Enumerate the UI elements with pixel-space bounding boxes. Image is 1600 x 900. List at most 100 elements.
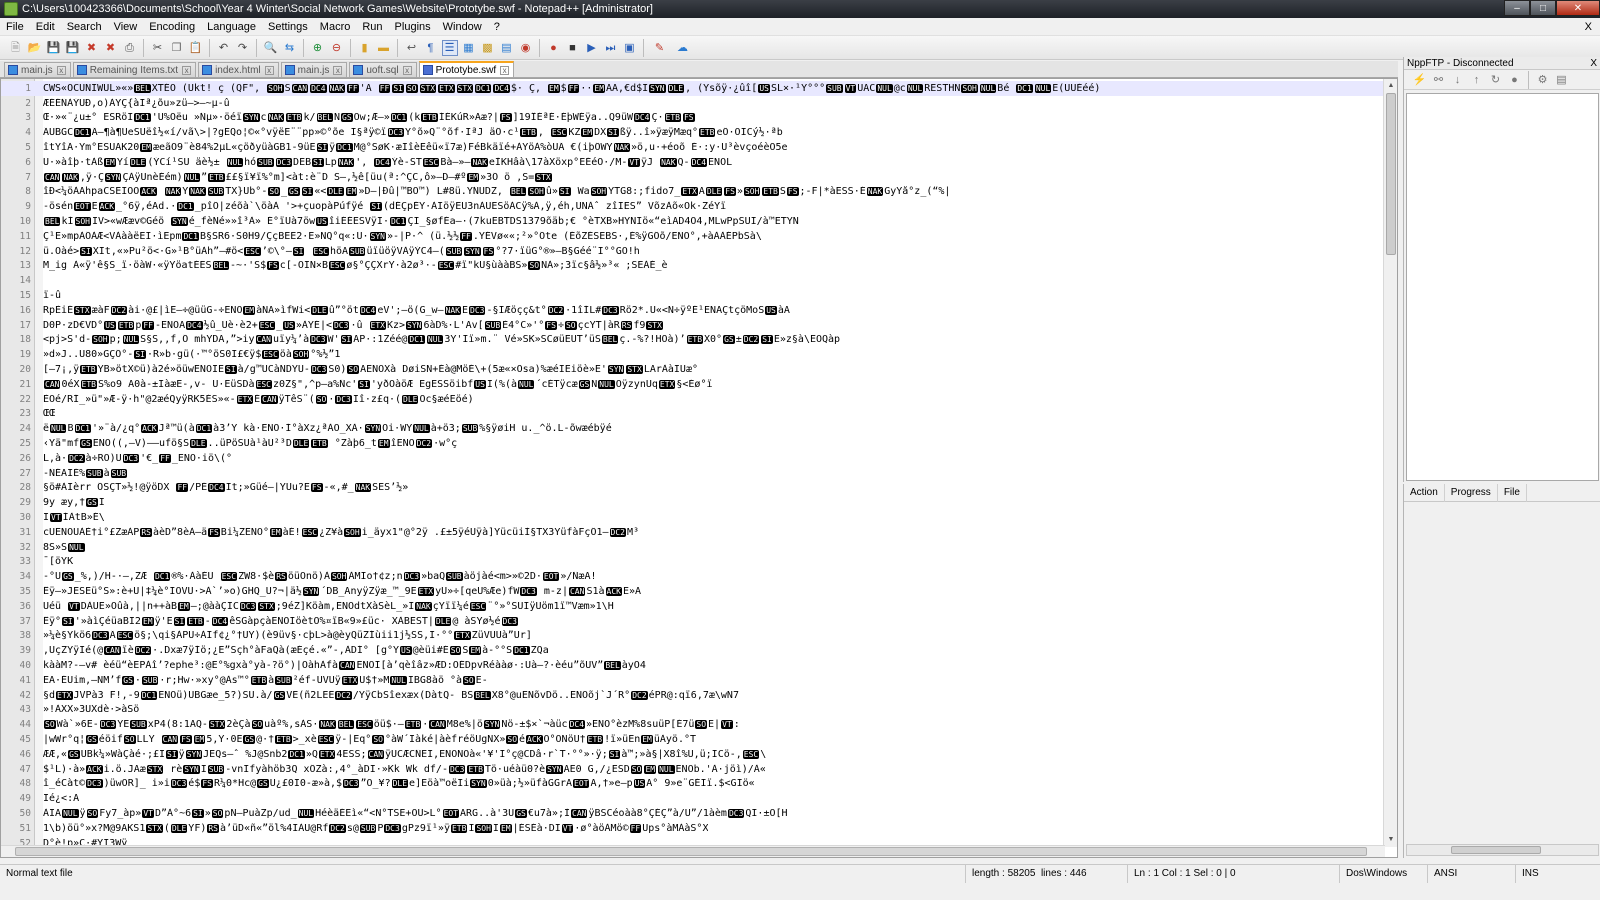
tab-main-js[interactable]: main.js x: [4, 62, 71, 77]
horizontal-scrollbar[interactable]: [1, 845, 1385, 857]
queue-column-progress[interactable]: Progress: [1445, 483, 1498, 502]
editor-line[interactable]: 37 Êÿ° SI '»àì­ÇéüaBI2 EM ÿ'E SI ETB - DC4 êSGàpçà…: [1, 614, 1385, 629]
queue-column-action[interactable]: Action: [1404, 483, 1445, 502]
editor-line[interactable]: 27 -ÑÉAIÉ% SUB à SUB: [1, 466, 1385, 481]
editor-line[interactable]: 2 ÆÉÉÑÀÝÜÐ,o)ÀYÇ{àIª¿õu»zü–>—~µ-û: [1, 96, 1385, 111]
line-text[interactable]: Ié¿<:A: [43, 793, 79, 804]
redo-icon[interactable]: ↷: [235, 40, 251, 56]
record-macro-icon[interactable]: ●: [546, 40, 562, 56]
tab-close-icon[interactable]: x: [333, 65, 343, 75]
line-text[interactable]: M_ig À«ÿ'ê§S_ï·öàW·«ÿYöatÉES BEL -~·'S$ FS c…: [43, 260, 668, 271]
cut-icon[interactable]: ✂: [150, 40, 166, 56]
line-text[interactable]: BEL kÍ SOH IV>«wÆæv©Géö SYN é_fèNé»»î³À» É°ï…: [43, 216, 799, 227]
tab-close-icon[interactable]: x: [402, 65, 412, 75]
line-text[interactable]: $¹L)·à» ACK i.ö.JAæ STX rè SYN I SUB -vnIfyàhöb…: [43, 764, 766, 775]
status-eol-format[interactable]: Dos\Windows: [1340, 864, 1428, 883]
editor-line[interactable]: 36 Uéü VT DÀUE»Öûà,||n++àB EM —;@ààÇIC DC3 STX…: [1, 599, 1385, 614]
line-text[interactable]: 8S»S NUL: [43, 542, 86, 553]
line-text[interactable]: CAN 0éX ETB S%o9 A0à-±IàæE-,v- U·EüSDà ESC z0…: [43, 379, 712, 390]
indent-guide-icon[interactable]: ☰: [441, 39, 458, 56]
line-text[interactable]: ë NUL B DC1 '»¨à/¿q° ACK Jª™ü(à DC1 à3’Y kà·ENO·…: [43, 423, 612, 434]
editor-line[interactable]: 48 î_éCàt© DC3)üwOR]_ i»i DC3 é$ FS R¼0*Hc@ GS Ù…: [1, 776, 1385, 791]
tab-close-icon[interactable]: x: [56, 65, 66, 75]
line-text[interactable]: RpÈiÉ STX æàF DC2 ài·@£|ìE—÷@üüG-÷ENO EM àNA»ì…: [43, 305, 790, 316]
panel-close-icon[interactable]: X: [1590, 58, 1597, 69]
tab-prototybe-swf[interactable]: Prototybe.swf x: [418, 61, 515, 77]
editor-line[interactable]: 9 -ösén EOT E ACK _°6ÿ,éAd.· DC1 _pîÕ|zéõà`\öàÀ…: [1, 199, 1385, 214]
editor-line[interactable]: 11 Ç¹E»mpÀÕÀÆ<VÀààëËI·ìEpm DC1 B§SR6·S0H9/Ç…: [1, 229, 1385, 244]
editor-line[interactable]: 32 8S»S NUL: [1, 540, 1385, 555]
tab-close-icon[interactable]: x: [500, 65, 510, 75]
line-text[interactable]: Êÿ° SI '»àì­ÇéüaBI2 EM ÿ'E SI ETB - DC4 êSGàpçàEN…: [43, 616, 519, 627]
line-text[interactable]: ÆÆ,« GS UBk¼»WàÇàé·;£I SI ÿ SYN JEQs—ˆ %J@Snb2…: [43, 749, 766, 760]
folder-workspace-icon[interactable]: ◉: [518, 40, 534, 56]
menu-settings[interactable]: Settings: [262, 18, 314, 36]
editor-line[interactable]: 24 ë NUL B DC1 '»¨à/¿q° ACK Jª™ü(à DC1 à3’Y kà·EN…: [1, 421, 1385, 436]
wrap-icon[interactable]: ↩: [404, 40, 420, 56]
line-text[interactable]: -°U GS _%,)/H-·—,ZÆ DC1 ®%·ÀàÉU ESC ZW8·$è RS…: [43, 571, 596, 582]
line-text[interactable]: ,ÜçZYÿIé(@ CAN ïè DC2 ·.Dxæ7ÿÍö;¿E”Sçh°àFaQà…: [43, 645, 549, 656]
udl-icon[interactable]: ▦: [461, 40, 477, 56]
editor-line[interactable]: 19 »d»J..U80»GÇÕ°- SI ·R»b·gü(·™°öS0I£€ÿ$ ES…: [1, 347, 1385, 362]
stop-macro-icon[interactable]: ■: [565, 40, 581, 56]
scroll-down-icon[interactable]: ▼: [1384, 833, 1397, 847]
editor-line[interactable]: 23 ŒŒ: [1, 407, 1385, 422]
line-text[interactable]: kààM?-—v# èéü“èEPÀî’?ephe³:@E°%gxà°yà-?ö…: [43, 660, 646, 671]
queue-horizontal-scrollbar[interactable]: [1406, 844, 1599, 856]
sync-h-icon[interactable]: ▬: [376, 40, 392, 56]
editor-line[interactable]: 33 ¯[öYK: [1, 555, 1385, 570]
line-text[interactable]: ï-û: [43, 290, 61, 301]
scroll-up-icon[interactable]: ▲: [1384, 79, 1397, 93]
replace-icon[interactable]: ⇆: [282, 40, 298, 56]
menu-window[interactable]: Window: [437, 18, 488, 36]
line-text[interactable]: 9y æy,† GS I: [43, 497, 105, 508]
editor-line[interactable]: 18 <pj>S'd- SOH p; NUL S§S,,f,Õ mhYDA,”>iy CAN…: [1, 333, 1385, 348]
editor-line[interactable]: 1 CWS«ÓCUNIWUL»«» BEL XTÉÓ (Ûkt! ç (QF", SO…: [1, 81, 1385, 96]
editor-line[interactable]: 51 1\b)öü°»x?M@9AKS1 STX(DLE YF) RS à’üD«ñ«”ö…: [1, 821, 1385, 836]
editor-line[interactable]: 5 îtYîÃ·Ym°ESUAK20 EM æeãO9¨è84%2µL«çöðyüàG…: [1, 140, 1385, 155]
line-text[interactable]: -ösén EOT E ACK _°6ÿ,éAd.· DC1 _pîÕ|zéõà`\öàÀ …: [43, 201, 726, 212]
find-icon[interactable]: 🔍: [263, 40, 279, 56]
line-text[interactable]: §d ETX JVPà3 F!,-9 DC1 ENOü)ÜBGæe_5?)SU.à/GS…: [43, 690, 739, 701]
queue-scroll-thumb[interactable]: [1451, 846, 1541, 854]
line-text[interactable]: EA·ÉUim,—NM’f GS · SUB ·r;Hw·»xy°@Às™° ETB à SU…: [43, 675, 488, 686]
close-icon[interactable]: ✖: [84, 40, 100, 56]
editor-line[interactable]: 22 ÈOé/RÍ_»ü"»Æ-ÿ·h"@2æéQyÿRK5ÉS»«- ETX É CA…: [1, 392, 1385, 407]
menu-plugins[interactable]: Plugins: [389, 18, 437, 36]
ftp-icon[interactable]: ☁: [673, 40, 693, 56]
line-text[interactable]: cUENOÜÀÈ†i°£ZæÀP RS àèD”8èÀ—ä FS Bi¼ZENO° EM à…: [43, 527, 639, 538]
horizontal-scroll-thumb[interactable]: [15, 847, 1367, 856]
line-text[interactable]: Ü·»àîþ·tÀß EM Yí DLE (ÝCí¹SU äè½± NUL hó SUB DC…: [43, 157, 732, 168]
message-window-icon[interactable]: ▤: [1554, 72, 1570, 88]
close-all-icon[interactable]: ✖: [103, 40, 119, 56]
line-text[interactable]: »¼è§Ykö6 DC3 Ã ESC ö§;\qi§ÀPU÷ÀIf¢¿°†UY)(è9ü…: [43, 630, 532, 641]
line-text[interactable]: [—7¡,ÿ ETB YB»ötX©ü)à2é»öüwENOIE SI à/g™UCàN…: [43, 364, 698, 375]
line-text[interactable]: îÐ<¼öÀAhpaCŠEIÖÖ ACK NAK Y NAK SUB TX}Üb°- SO _…: [43, 186, 950, 197]
copy-icon[interactable]: ❐: [169, 40, 185, 56]
spell-check-icon[interactable]: ✎: [650, 40, 670, 56]
editor-line[interactable]: 47 $¹L)·à» ACK i.ö.JAæ STX rè SYN I SUB -vnIfyàh…: [1, 762, 1385, 777]
line-text[interactable]: ÀIA NUL ÿ SO Fy7_àp» VT D”À°~6 SI» SO pN—PuàZp/ud…: [43, 808, 788, 819]
tab-uoft-sql[interactable]: uoft.sql x: [349, 62, 417, 77]
line-text[interactable]: ŒŒ: [43, 408, 55, 419]
line-text[interactable]: -ÑÉAIÉ% SUB à SUB: [43, 468, 128, 479]
menu-edit[interactable]: Edit: [30, 18, 61, 36]
line-text[interactable]: 1\b)öü°»x?M@9AKS1 STX(DLE YF) RS à’üD«ñ«”öl%…: [43, 823, 708, 834]
save-macro-icon[interactable]: ▣: [622, 40, 638, 56]
editor-pane[interactable]: 1 CWS«ÓCUNIWUL»«» BEL XTÉÓ (Ûkt! ç (QF", SO…: [0, 78, 1398, 858]
print-icon[interactable]: ⎙: [122, 40, 138, 56]
line-text[interactable]: îtYîÃ·Ym°ESUAK20 EM æeãO9¨è84%2µL«çöðyüàGB…: [43, 142, 788, 153]
editor-line[interactable]: 16 RpÈiÉ STX æàF DC2 ài·@£|ìE—÷@üüG-÷ENO EM àNA…: [1, 303, 1385, 318]
menu-language[interactable]: Language: [201, 18, 262, 36]
editor-line[interactable]: 26 L,à· DC2 à÷RÖ)Û DC3 '€_ FF _ENO·iö\(°: [1, 451, 1385, 466]
queue-column-file[interactable]: File: [1498, 483, 1527, 502]
menu-encoding[interactable]: Encoding: [143, 18, 201, 36]
open-file-icon[interactable]: 📂: [27, 40, 43, 56]
line-text[interactable]: <pj>S'd- SOH p; NUL S§S,,f,Õ mhYDA,”>iy CAN uï…: [43, 334, 840, 345]
settings-gear-icon[interactable]: ⚙: [1535, 72, 1551, 88]
editor-text[interactable]: 1 CWS«ÓCUNIWUL»«» BEL XTÉÓ (Ûkt! ç (QF", SO…: [1, 81, 1385, 850]
menu-run[interactable]: Run: [356, 18, 388, 36]
zoom-out-icon[interactable]: ⊖: [329, 40, 345, 56]
play-macro-icon[interactable]: ▶: [584, 40, 600, 56]
tab-close-icon[interactable]: x: [182, 65, 192, 75]
